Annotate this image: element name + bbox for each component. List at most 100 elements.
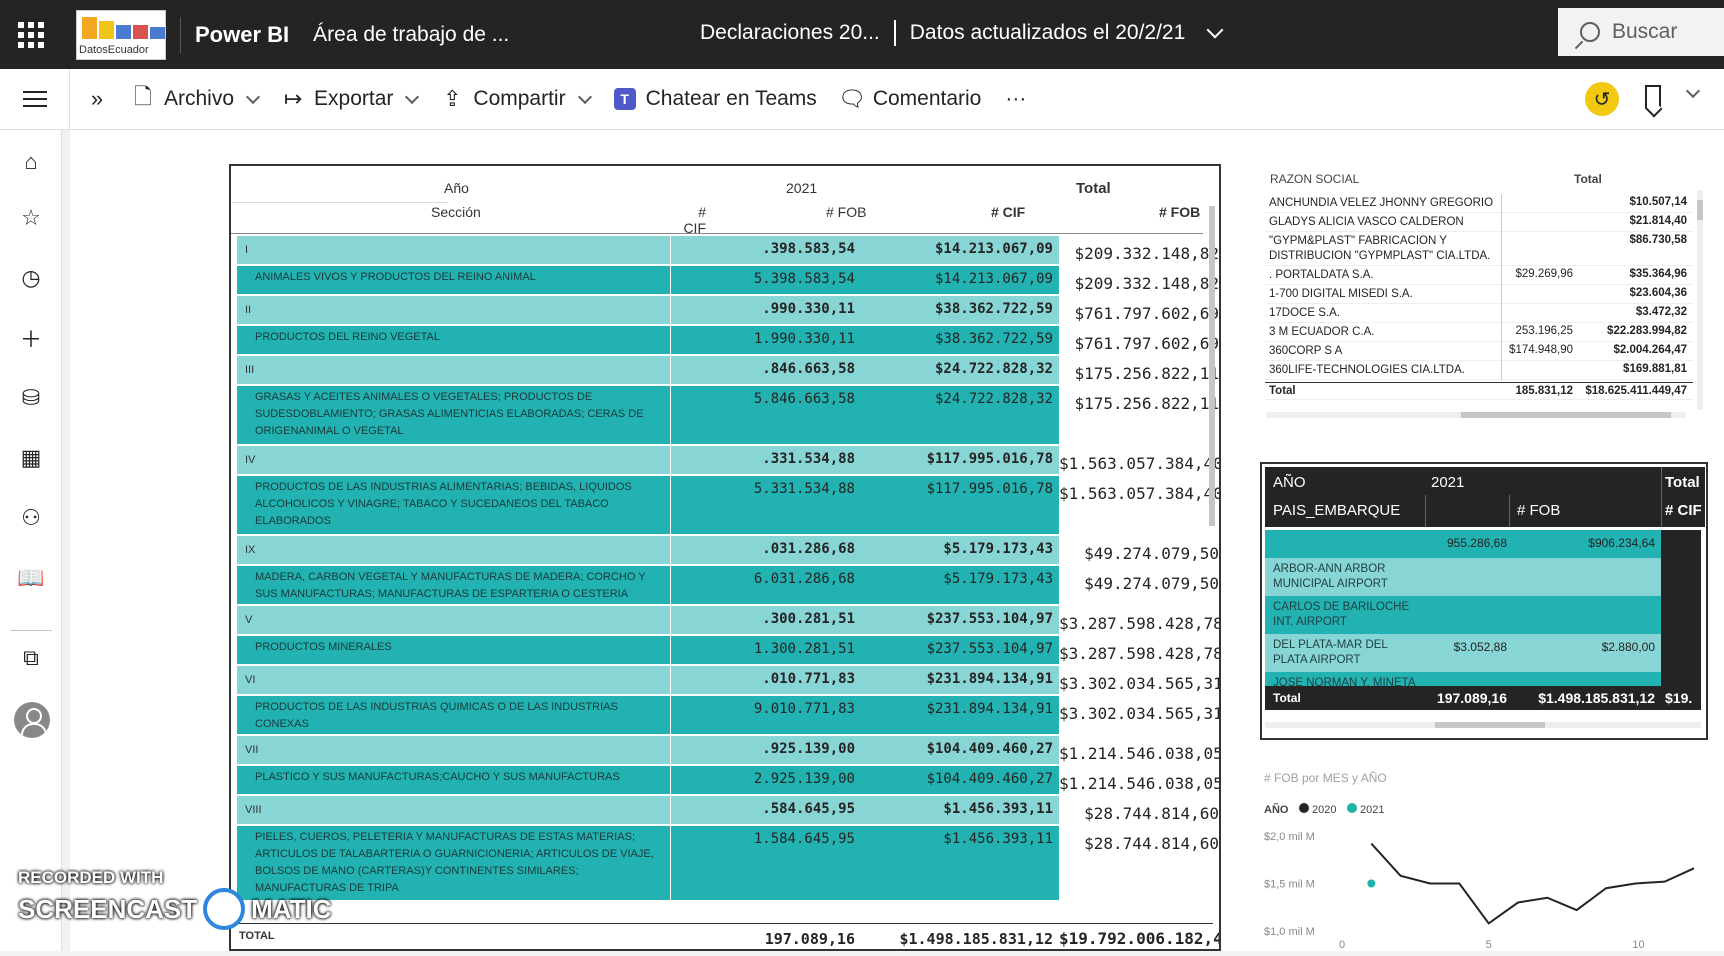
cell-total-cif: $1.563.057.384,40 (1059, 454, 1221, 473)
file-menu[interactable]: 🗋 Archivo (132, 84, 261, 111)
matrix-row[interactable]: VI .010.771,83 $231.894.134,91 $3.302.034.5… (237, 666, 1219, 694)
razon-social-table[interactable]: RAZON SOCIAL Total ANCHUNDIA VELEZ JHONN… (1265, 166, 1705, 424)
matrix-row[interactable]: IX .031.286,68 $5.179.173,43 $49.274.079,50… (237, 536, 1219, 564)
shared-icon[interactable]: ⚇ (17, 504, 45, 532)
row-label: PRODUCTOS DEL REINO VEGETAL (237, 326, 670, 354)
total-column-cell (1661, 558, 1701, 596)
header-fob[interactable]: # FOB (1517, 502, 1560, 519)
header-pais-embarque[interactable]: PAIS_EMBARQUE (1273, 502, 1400, 519)
datasets-icon[interactable]: ⛁ (17, 384, 45, 412)
table-row[interactable]: 3 M ECUADOR C.A. 253.196,25 $22.283.994,82 (1265, 323, 1693, 342)
header-cif[interactable]: # CIF (676, 204, 706, 236)
share-menu[interactable]: ⇪ Compartir (441, 86, 592, 111)
table-row[interactable]: 17DOCE S.A. $3.472,32 (1265, 304, 1693, 323)
table-total-row[interactable]: Total 185.831,12 $18.625.411.449,47 (1265, 382, 1693, 400)
chevron-down-icon[interactable] (1206, 21, 1224, 39)
report-name: Declaraciones 20... (700, 21, 880, 44)
matrix-row[interactable]: ANIMALES VIVOS Y PRODUCTOS DEL REINO ANI… (237, 266, 1219, 294)
table-row[interactable]: 360LIFE-TECHNOLOGIES CIA.LTDA. $169.881,8… (1265, 361, 1693, 380)
expand-pane-button[interactable]: » (86, 86, 108, 111)
pais-row[interactable]: CARLOS DE BARILOCHE INT. AIRPORT (1265, 596, 1701, 634)
legend-2021[interactable]: 2021 (1360, 804, 1384, 816)
recent-icon[interactable]: ◷ (17, 264, 45, 292)
header-fob[interactable]: # FOB (826, 204, 866, 220)
fob-line-chart[interactable]: # FOB por MES y AÑO AÑO 2020 2021 $2,0 m… (1262, 766, 1707, 951)
hamburger-menu-icon[interactable] (0, 68, 70, 130)
pais-name: CARLOS DE BARILOCHE INT. AIRPORT (1273, 601, 1410, 628)
learn-icon[interactable]: 📖 (17, 564, 45, 592)
teams-chat-button[interactable]: T Chatear en Teams (613, 87, 817, 111)
avatar[interactable] (14, 702, 50, 738)
header-total-fob[interactable]: # FOB (1159, 204, 1200, 220)
matrix-row[interactable]: PRODUCTOS DE LAS INDUSTRIAS ALIMENTARIAS… (237, 476, 1219, 534)
table-row[interactable]: ANCHUNDIA VELEZ JHONNY GREGORIO $10.507,1… (1265, 194, 1693, 213)
matrix-row[interactable]: PRODUCTOS DEL REINO VEGETAL 1.990.330,11 $… (237, 326, 1219, 354)
horizontal-scrollbar[interactable] (1266, 412, 1686, 418)
divider (1501, 342, 1502, 361)
table-row[interactable]: . PORTALDATA S.A. $29.269,96 $35.364,96 (1265, 266, 1693, 285)
table-row[interactable]: 360CORP S A $174.948,90 $2.004.264,47 (1265, 342, 1693, 361)
create-icon[interactable]: ＋ (17, 324, 45, 352)
matrix-row[interactable]: VII .925.139,00 $104.409.460,27 $1.214.546.… (237, 736, 1219, 764)
matrix-row[interactable]: MADERA, CARBON VEGETAL Y MANUFACTURAS DE… (237, 566, 1219, 604)
home-icon[interactable]: ⌂ (17, 148, 45, 176)
matrix-row[interactable]: I .398.583,54 $14.213.067,09 $209.332.148,8… (237, 236, 1219, 264)
app-title[interactable]: Power BI (195, 22, 289, 48)
pais-row[interactable]: ARBOR-ANN ARBOR MUNICIPAL AIRPORT (1265, 558, 1701, 596)
data-point-2021[interactable] (1367, 879, 1376, 888)
matrix-row[interactable]: PRODUCTOS MINERALES 1.300.281,51 $237.553.… (237, 636, 1219, 664)
cell-cif: 5.846.663,58 (671, 386, 861, 444)
table-row[interactable]: 1-700 DIGITAL MISEDI S.A. $23.604,36 (1265, 285, 1693, 304)
workspaces-icon[interactable]: ⧉ (17, 644, 45, 672)
row-label: VI (237, 666, 670, 694)
pais-row[interactable]: JOSE NORMAN Y. MINETA (1265, 672, 1701, 689)
pais-cif: 955.286,68 (1446, 536, 1507, 550)
section-matrix[interactable]: Año Sección 2021 Total # CIF # FOB # CIF… (229, 164, 1221, 951)
razon-total-total: $18.625.411.449,47 (1585, 385, 1687, 397)
share-label: Compartir (473, 87, 566, 110)
matrix-row[interactable]: VIII .584.645,95 $1.456.393,11 $28.744.814,… (237, 796, 1219, 824)
more-options-button[interactable]: ··· (1005, 87, 1026, 111)
pais-embarque-matrix[interactable]: AÑO 2021 Total PAIS_EMBARQUE # FOB # CIF… (1260, 462, 1708, 740)
search-input[interactable]: Buscar (1612, 20, 1677, 44)
table-row[interactable]: "GYPM&PLAST" FABRICACION Y DISTRIBUCION … (1265, 232, 1693, 266)
matrix-total-row[interactable]: Total 197.089,16 $1.498.185.831,12 $19.792.… (237, 923, 1219, 949)
pais-row[interactable]: DEL PLATA-MAR DEL PLATA AIRPORT $3.052,88… (1265, 634, 1701, 672)
report-title[interactable]: Declaraciones 20... Datos actualizados e… (700, 20, 1224, 46)
divider (1501, 266, 1502, 285)
header-section[interactable]: Sección (431, 204, 481, 220)
matrix-row[interactable]: PRODUCTOS DE LAS INDUSTRIAS QUIMICAS O D… (237, 696, 1219, 734)
matrix-row[interactable]: IV .331.534,88 $117.995.016,78 $1.563.057.3… (237, 446, 1219, 474)
pais-total-row[interactable]: Total 197.089,16 $1.498.185.831,12 $19. (1265, 686, 1701, 710)
table-row[interactable]: GLADYS ALICIA VASCO CALDERON $21.814,40 (1265, 213, 1693, 232)
matrix-row[interactable]: V .300.281,51 $237.553.104,97 $3.287.598.42… (237, 606, 1219, 634)
header-total[interactable]: Total (1574, 172, 1602, 186)
apps-icon[interactable]: ▦ (17, 444, 45, 472)
app-launcher-icon[interactable] (0, 0, 62, 69)
favorites-icon[interactable]: ☆ (17, 204, 45, 232)
horizontal-scrollbar[interactable] (1265, 722, 1701, 728)
vertical-scrollbar[interactable] (1697, 190, 1703, 410)
workspace-breadcrumb[interactable]: Área de trabajo de ... (313, 23, 509, 47)
pais-row[interactable]: 955.286,68 $906.234,64 (1265, 530, 1701, 558)
matrix-row[interactable]: III .846.663,58 $24.722.828,32 $175.256.822… (237, 356, 1219, 384)
bookmark-icon[interactable] (1645, 85, 1661, 109)
matrix-row[interactable]: II .990.330,11 $38.362.722,59 $761.797.602,… (237, 296, 1219, 324)
search-box[interactable]: Buscar (1558, 8, 1724, 56)
header-razon-social[interactable]: RAZON SOCIAL (1270, 172, 1359, 186)
reset-icon[interactable]: ↺ (1585, 82, 1619, 116)
legend-2020[interactable]: 2020 (1312, 804, 1336, 816)
header-total: Total (1665, 474, 1700, 491)
matrix-row[interactable]: PIELES, CUEROS, PELETERIA Y MANUFACTURAS… (237, 826, 1219, 900)
matrix-row[interactable]: GRASAS Y ACEITES ANIMALES O VEGETALES; P… (237, 386, 1219, 444)
razon-total: $169.881,81 (1623, 363, 1687, 375)
action-bar: » 🗋 Archivo ↦ Exportar ⇪ Compartir T Cha… (0, 68, 1724, 130)
export-menu[interactable]: ↦ Exportar (282, 86, 420, 111)
vertical-scrollbar[interactable] (1207, 176, 1217, 946)
comment-button[interactable]: 🗨 Comentario (838, 86, 982, 111)
matrix-row[interactable]: PLASTICO Y SUS MANUFACTURAS;CAUCHO Y SUS… (237, 766, 1219, 794)
chevron-down-icon[interactable] (1685, 83, 1701, 99)
header-cif[interactable]: # CIF (1665, 502, 1702, 519)
header-total-cif[interactable]: # CIF (991, 204, 1025, 220)
series-line-2020[interactable] (1370, 842, 1695, 925)
